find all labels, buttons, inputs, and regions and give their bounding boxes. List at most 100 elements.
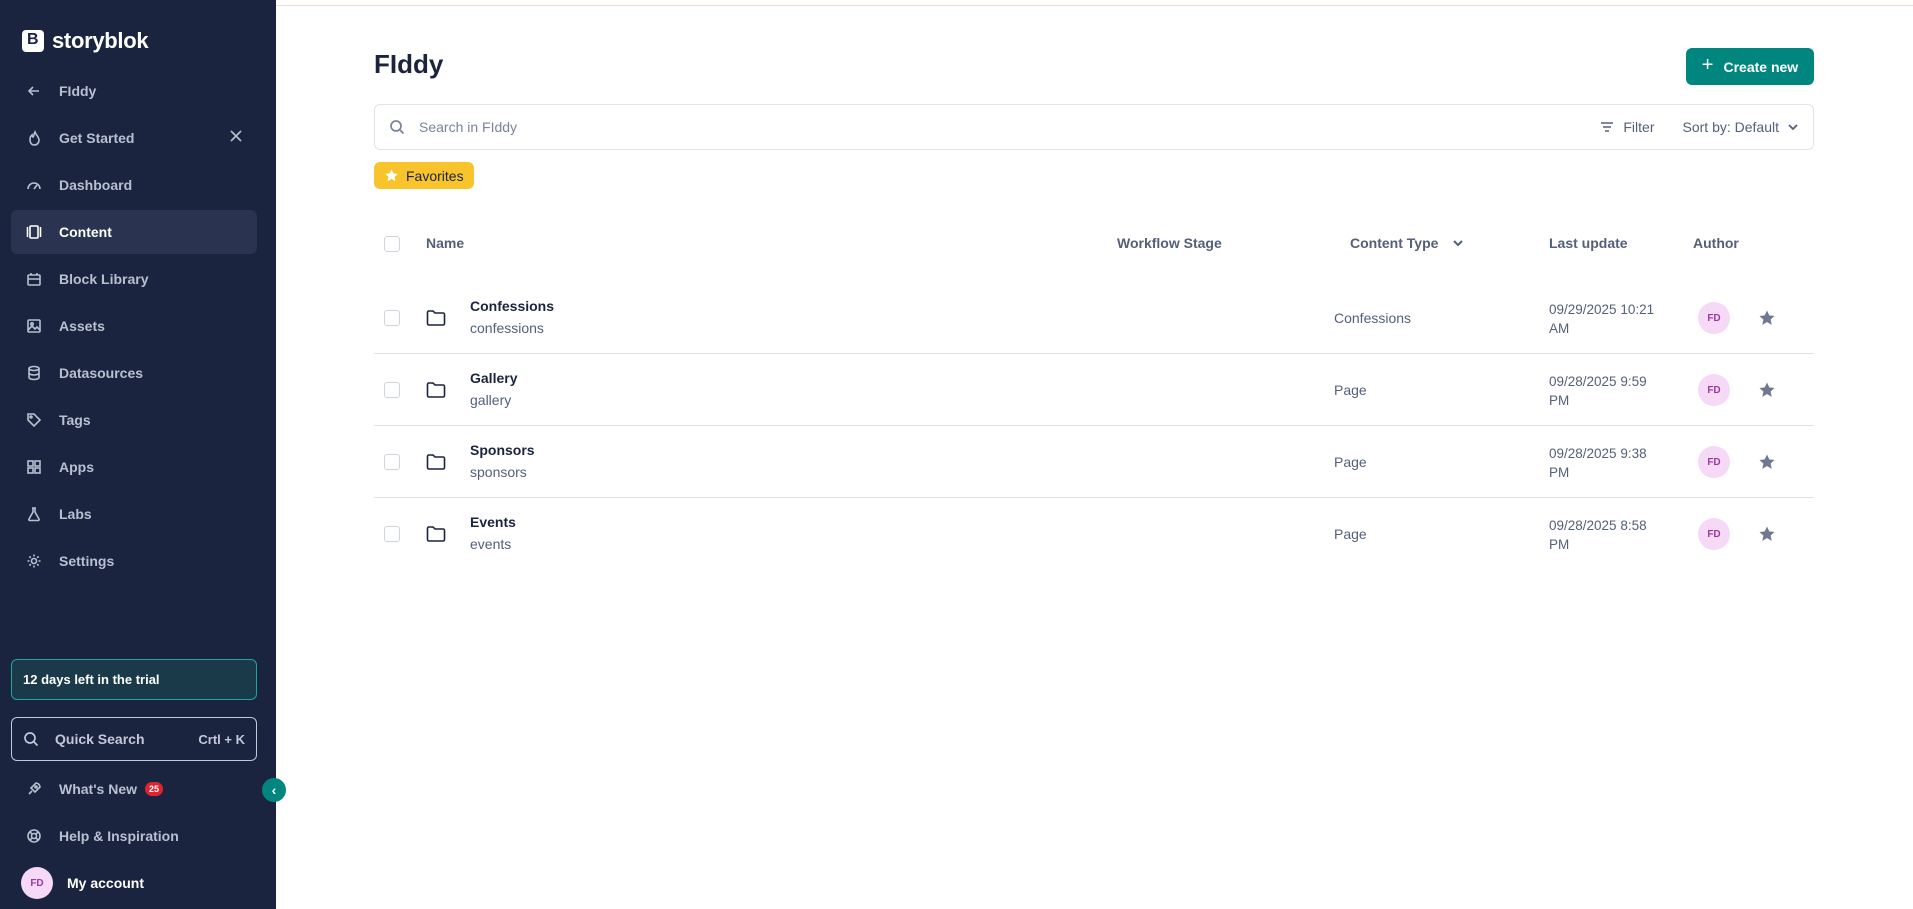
sidebar-item-labs[interactable]: Labs — [11, 492, 257, 536]
select-all-checkbox[interactable] — [384, 236, 400, 252]
collapse-sidebar-button[interactable]: ‹ — [262, 778, 286, 802]
storyblok-logo[interactable]: storyblok — [22, 28, 149, 54]
sidebar-item-label: Content — [59, 224, 112, 240]
sidebar-item-block-library[interactable]: Block Library — [11, 257, 257, 301]
table-row[interactable]: Confessions confessions Confessions 09/2… — [374, 282, 1814, 354]
my-account-link[interactable]: FD My account — [11, 861, 257, 905]
search-input[interactable] — [419, 119, 1519, 135]
column-header-author: Author — [1693, 235, 1739, 251]
folder-icon — [426, 309, 446, 327]
column-header-workflow: Workflow Stage — [1117, 235, 1222, 251]
row-last-update: 09/28/2025 8:58 PM — [1549, 516, 1679, 554]
sidebar-item-label: Datasources — [59, 365, 144, 381]
page-title: FIddy — [374, 49, 444, 79]
sidebar-item-assets[interactable]: Assets — [11, 304, 257, 348]
top-border — [276, 0, 1913, 6]
row-name[interactable]: Sponsors — [470, 442, 535, 458]
chevron-down-icon — [1788, 124, 1798, 131]
sidebar-item-label: Dashboard — [59, 177, 133, 193]
content-search-bar: Filter Sort by: Default — [374, 104, 1814, 150]
back-label: FIddy — [59, 83, 97, 99]
star-icon[interactable] — [1758, 381, 1776, 399]
star-icon[interactable] — [1758, 453, 1776, 471]
lifebuoy-icon — [25, 827, 43, 845]
row-last-update: 09/28/2025 9:38 PM — [1549, 444, 1679, 482]
row-slug: events — [470, 536, 512, 552]
row-slug: confessions — [470, 320, 544, 336]
folder-icon — [426, 525, 446, 543]
close-icon[interactable] — [229, 129, 247, 147]
author-avatar: FD — [1698, 518, 1730, 550]
row-updated-time: PM — [1549, 465, 1570, 480]
row-content-type: Page — [1334, 454, 1367, 470]
sidebar-item-dashboard[interactable]: Dashboard — [11, 163, 257, 207]
sort-label: Sort by: Default — [1682, 119, 1780, 135]
flask-icon — [25, 505, 43, 523]
storyblok-logo-icon — [22, 30, 44, 52]
search-icon — [24, 732, 39, 747]
sidebar-item-tags[interactable]: Tags — [11, 398, 257, 442]
table-row[interactable]: Gallery gallery Page 09/28/2025 9:59 PM F… — [374, 354, 1814, 426]
sidebar-item-get-started[interactable]: Get Started — [11, 116, 257, 160]
sidebar-item-content[interactable]: Content — [11, 210, 257, 254]
row-slug: sponsors — [470, 464, 527, 480]
star-icon[interactable] — [1758, 309, 1776, 327]
gear-icon — [25, 552, 43, 570]
sidebar-item-label: Tags — [59, 412, 91, 428]
quick-search-label: Quick Search — [55, 731, 145, 747]
table-row[interactable]: Events events Page 09/28/2025 8:58 PM FD — [374, 498, 1814, 570]
star-icon[interactable] — [1758, 525, 1776, 543]
row-checkbox[interactable] — [384, 310, 400, 326]
sidebar-item-apps[interactable]: Apps — [11, 445, 257, 489]
column-header-name[interactable]: Name — [426, 235, 464, 251]
row-name[interactable]: Confessions — [470, 298, 554, 314]
sidebar-item-whats-new[interactable]: What's New 25 — [11, 767, 257, 811]
author-avatar: FD — [1698, 446, 1730, 478]
sidebar-item-help[interactable]: Help & Inspiration — [11, 814, 257, 858]
my-account-label: My account — [67, 875, 145, 891]
notification-badge: 25 — [145, 782, 164, 796]
sidebar-item-label: Settings — [59, 553, 115, 569]
column-header-content-type[interactable]: Content Type — [1350, 235, 1464, 252]
row-checkbox[interactable] — [384, 526, 400, 542]
table-row[interactable]: Sponsors sponsors Page 09/28/2025 9:38 PM… — [374, 426, 1814, 498]
filter-icon — [1601, 122, 1614, 132]
filter-label: Filter — [1623, 119, 1655, 135]
row-checkbox[interactable] — [384, 454, 400, 470]
row-name[interactable]: Gallery — [470, 370, 517, 386]
apps-grid-icon — [25, 458, 43, 476]
row-last-update: 09/28/2025 9:59 PM — [1549, 372, 1679, 410]
row-content-type: Confessions — [1334, 310, 1412, 326]
create-new-button[interactable]: + Create new — [1686, 48, 1814, 85]
table-header: Name Workflow Stage Content Type Last up… — [374, 222, 1814, 264]
favorites-filter-chip[interactable]: Favorites — [374, 162, 474, 189]
brand-name: storyblok — [52, 28, 149, 53]
trial-text: 12 days left in the trial — [23, 672, 160, 687]
back-to-space-link[interactable]: FIddy — [11, 69, 257, 113]
sidebar-item-datasources[interactable]: Datasources — [11, 351, 257, 395]
sidebar-item-label: Assets — [59, 318, 105, 334]
folder-icon — [426, 381, 446, 399]
row-updated-date: 09/28/2025 9:59 — [1549, 374, 1647, 389]
row-updated-time: PM — [1549, 393, 1570, 408]
sidebar-item-label: Labs — [59, 506, 92, 522]
content-table: Name Workflow Stage Content Type Last up… — [374, 222, 1814, 570]
sidebar-item-label: What's New — [59, 781, 138, 797]
gauge-icon — [25, 176, 43, 194]
filter-button[interactable]: Filter — [1599, 119, 1655, 135]
sidebar-item-label: Block Library — [59, 271, 149, 287]
flame-icon — [25, 129, 43, 147]
column-header-last-update[interactable]: Last update — [1549, 235, 1628, 251]
row-name[interactable]: Events — [470, 514, 516, 530]
tag-icon — [25, 411, 43, 429]
row-content-type: Page — [1334, 526, 1367, 542]
author-avatar: FD — [1698, 302, 1730, 334]
trial-banner[interactable]: 12 days left in the trial — [11, 659, 257, 700]
row-last-update: 09/29/2025 10:21 AM — [1549, 300, 1679, 338]
image-icon — [25, 317, 43, 335]
create-new-label: Create new — [1723, 58, 1799, 75]
quick-search-button[interactable]: Quick Search Crtl + K — [11, 717, 257, 761]
sort-dropdown[interactable]: Sort by: Default — [1683, 119, 1800, 135]
sidebar-item-settings[interactable]: Settings — [11, 539, 257, 583]
row-checkbox[interactable] — [384, 382, 400, 398]
